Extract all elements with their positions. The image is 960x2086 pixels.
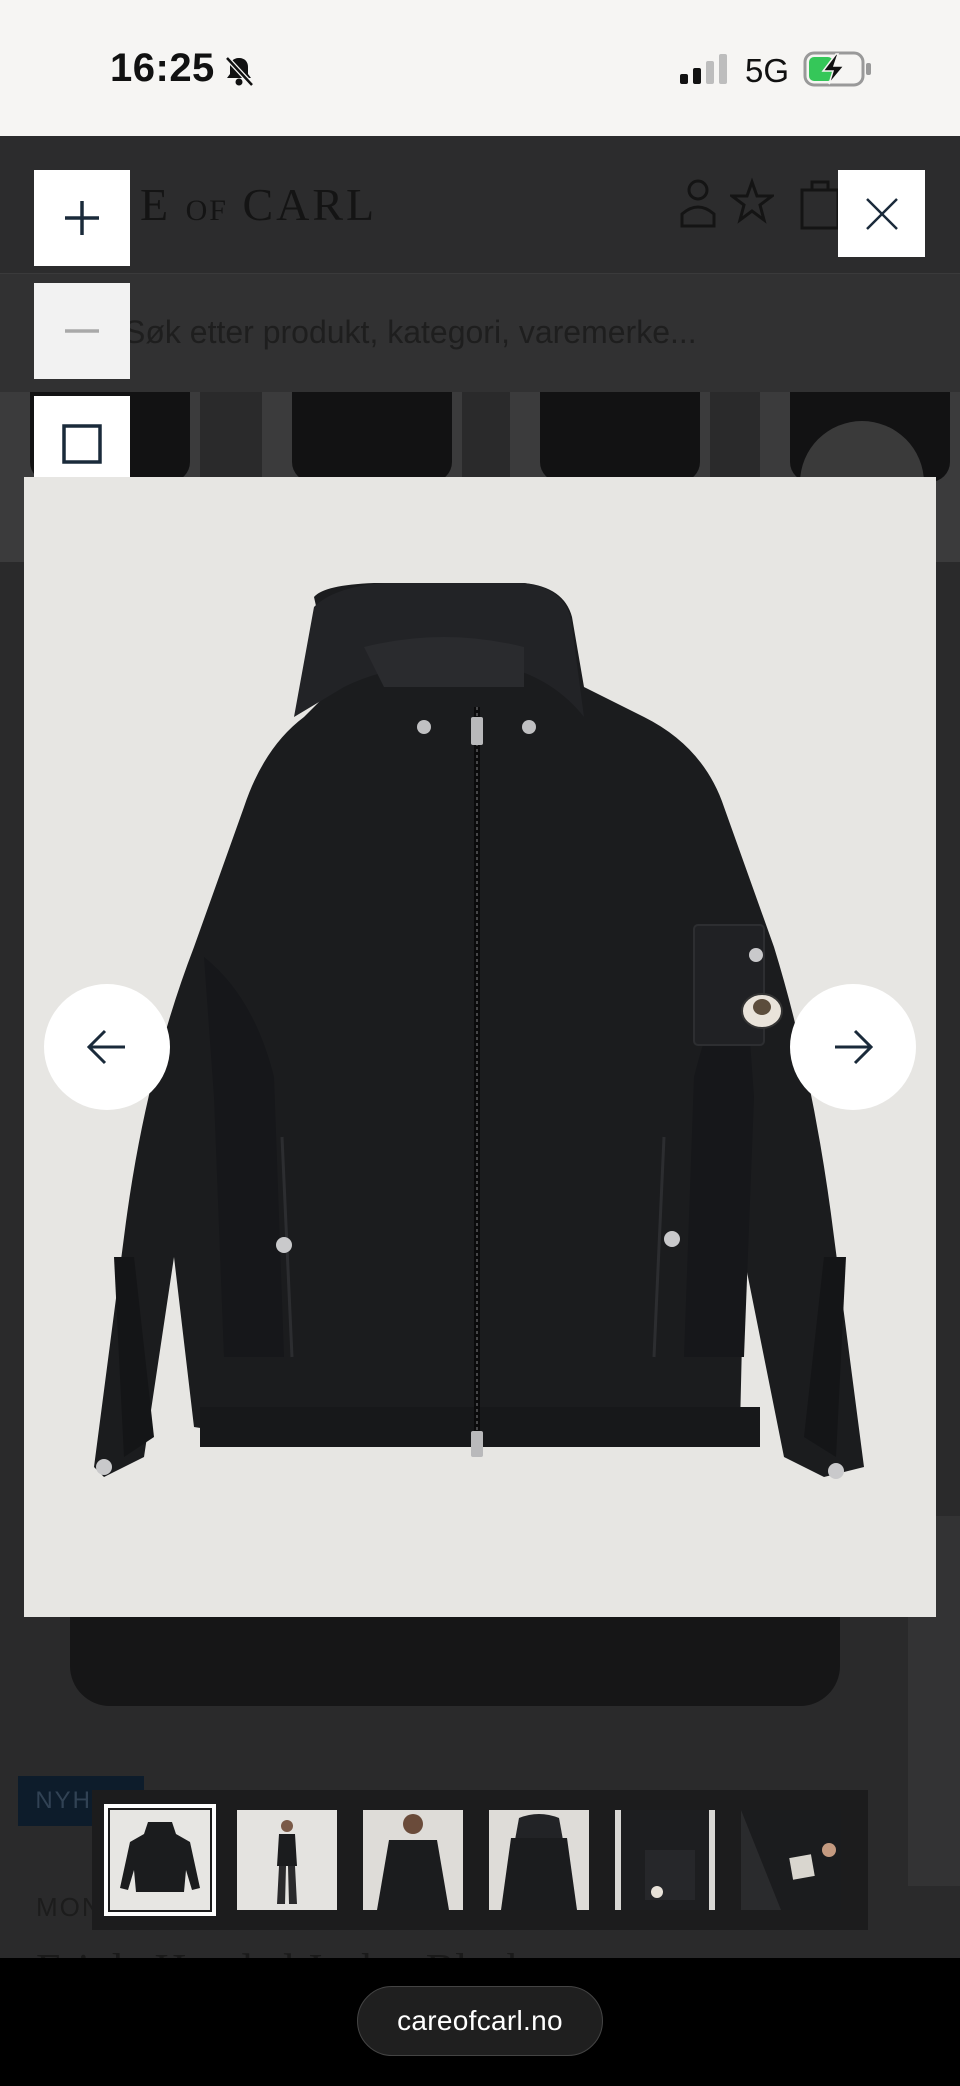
site-logo: E OF CARL: [140, 178, 377, 231]
arrow-left-icon: [87, 1029, 125, 1065]
account-icon: [680, 179, 716, 228]
close-button[interactable]: [838, 170, 925, 257]
square-icon: [62, 424, 102, 464]
arrow-right-icon: [835, 1029, 873, 1065]
thumbnail-4[interactable]: [489, 1810, 589, 1910]
logo-text-right: CARL: [242, 179, 378, 230]
plus-icon: [65, 201, 99, 235]
status-bar: 16:25 5G: [0, 0, 960, 136]
thumbnail-model-back: [489, 1810, 589, 1910]
thumbnail-model-front: [363, 1810, 463, 1910]
next-image-button[interactable]: [790, 984, 916, 1110]
underlying-product-image: [70, 1616, 840, 1706]
bell-slash-icon: [225, 56, 254, 87]
search-placeholder: Søk etter produkt, kategori, varemerke..…: [124, 314, 697, 350]
logo-text-left: E: [140, 179, 172, 230]
previous-image-button[interactable]: [44, 984, 170, 1110]
url-bar[interactable]: careofcarl.no: [357, 1986, 603, 2056]
network-type: 5G: [745, 52, 790, 89]
thumbnail-5[interactable]: [615, 1810, 715, 1910]
site-header: E OF CARL: [0, 136, 960, 274]
thumbnail-1[interactable]: [104, 1804, 216, 1916]
product-title: Erinle Hooded Jacket Black: [36, 1944, 528, 1958]
status-time: 16:25: [110, 46, 215, 90]
thumbnail-6[interactable]: [741, 1810, 841, 1910]
thumbnail-jacket-front: [110, 1810, 210, 1910]
battery-charging-icon: [803, 51, 871, 87]
thumbnail-model-side: [237, 1810, 337, 1910]
wishlist-star-icon: [730, 177, 774, 224]
thumbnail-2[interactable]: [237, 1810, 337, 1910]
thumbnail-3[interactable]: [363, 1810, 463, 1910]
minus-icon: [65, 329, 99, 333]
close-icon: [865, 197, 898, 230]
cart-bag-icon: [800, 180, 840, 230]
logo-text-small: OF: [185, 194, 228, 227]
site-search-bar: Søk etter produkt, kategori, varemerke..…: [0, 274, 960, 392]
browser-bottom-bar: careofcarl.no: [0, 1958, 960, 2086]
zoom-in-button[interactable]: [34, 170, 130, 266]
zoom-out-button[interactable]: [34, 283, 130, 379]
thumbnail-detail-pocket: [615, 1810, 715, 1910]
thumbnail-detail-lining: [741, 1810, 841, 1910]
signal-icon: [680, 54, 727, 84]
thumbnail-strip: [92, 1790, 868, 1930]
